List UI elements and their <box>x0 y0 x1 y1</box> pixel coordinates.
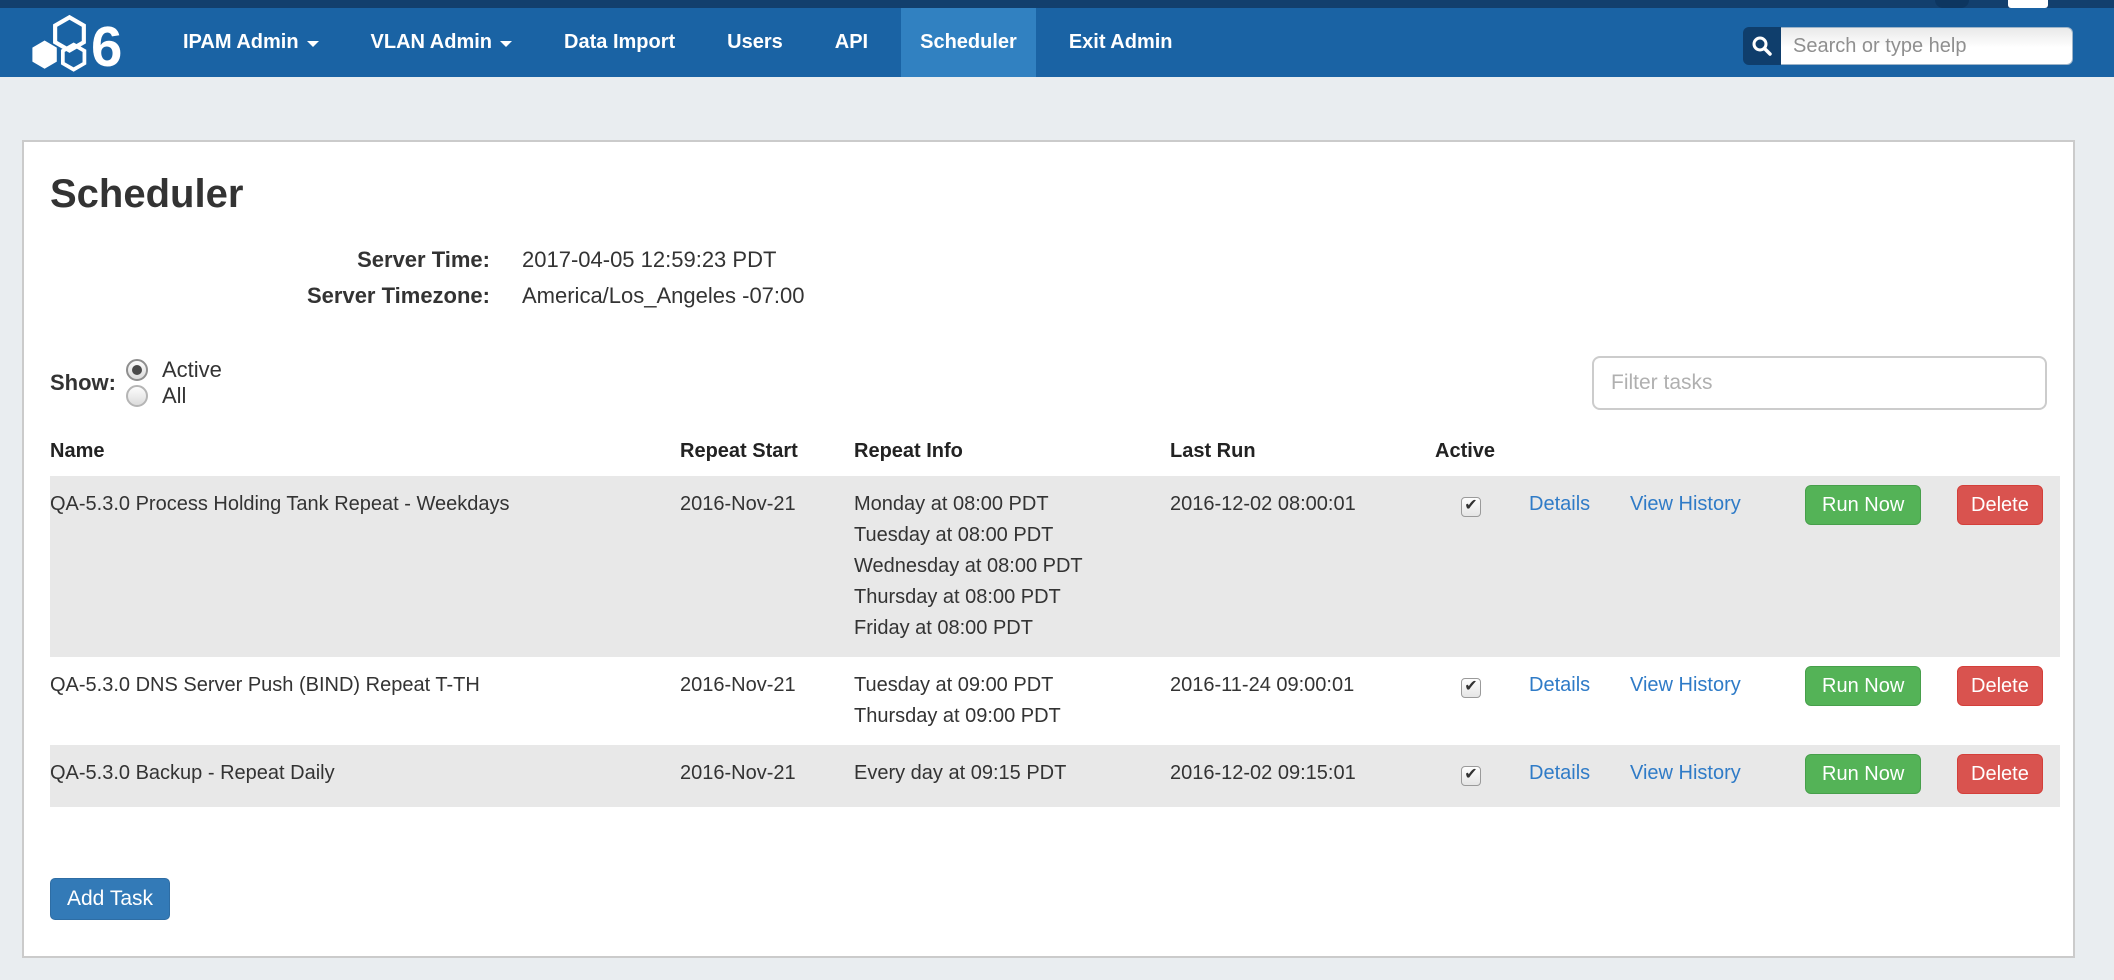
radio-label: Active <box>162 357 222 383</box>
server-timezone-label: Server Timezone: <box>50 279 490 312</box>
show-label: Show: <box>50 370 116 396</box>
repeat-info-line: Friday at 08:00 PDT <box>854 613 1170 644</box>
caret-down-icon <box>307 41 319 47</box>
nav-item-label: Users <box>727 8 783 77</box>
task-last-run: 2016-12-02 09:15:01 <box>1170 745 1435 807</box>
active-checkbox[interactable] <box>1461 766 1481 786</box>
repeat-info-line: Thursday at 09:00 PDT <box>854 701 1170 732</box>
task-repeat-start: 2016-Nov-21 <box>680 476 854 657</box>
task-last-run: 2016-12-02 08:00:01 <box>1170 476 1435 657</box>
radio-button[interactable] <box>126 385 148 407</box>
search-button[interactable] <box>1743 27 1781 65</box>
col-header-last-run: Last Run <box>1170 440 1435 476</box>
nav-item-label: Data Import <box>564 8 675 77</box>
task-name: QA-5.3.0 Backup - Repeat Daily <box>50 745 680 807</box>
repeat-info-line: Monday at 08:00 PDT <box>854 489 1170 520</box>
details-link[interactable]: Details <box>1529 674 1590 696</box>
server-time-label: Server Time: <box>50 243 490 276</box>
nav-item-ipam-admin[interactable]: IPAM Admin <box>164 8 338 77</box>
view-history-link[interactable]: View History <box>1630 493 1741 515</box>
window-artifact <box>2008 0 2048 8</box>
filter-tasks-input[interactable] <box>1592 356 2047 410</box>
show-options: Show: Active All <box>50 357 252 409</box>
run-now-button[interactable]: Run Now <box>1805 754 1921 794</box>
radio-button[interactable] <box>126 359 148 381</box>
repeat-info-line: Tuesday at 09:00 PDT <box>854 670 1170 701</box>
repeat-info-line: Tuesday at 08:00 PDT <box>854 520 1170 551</box>
nav-item-data-import[interactable]: Data Import <box>545 8 694 77</box>
nav-item-label: API <box>835 8 868 77</box>
brand-logo[interactable]: 6 <box>0 8 150 77</box>
delete-button[interactable]: Delete <box>1957 485 2043 525</box>
task-repeat-info: Monday at 08:00 PDTTuesday at 08:00 PDTW… <box>854 476 1170 657</box>
task-table: Name Repeat Start Repeat Info Last Run A… <box>50 440 2060 807</box>
active-checkbox[interactable] <box>1461 678 1481 698</box>
delete-button[interactable]: Delete <box>1957 666 2043 706</box>
col-header-active: Active <box>1435 440 1529 476</box>
nav-item-users[interactable]: Users <box>708 8 802 77</box>
search-input[interactable] <box>1781 27 2073 65</box>
table-header-row: Name Repeat Start Repeat Info Last Run A… <box>50 440 2060 476</box>
show-option-all[interactable]: All <box>126 383 222 409</box>
hexagon-6-logo: 6 <box>28 8 140 78</box>
task-last-run: 2016-11-24 09:00:01 <box>1170 657 1435 745</box>
col-header-repeat-start: Repeat Start <box>680 440 854 476</box>
active-checkbox[interactable] <box>1461 497 1481 517</box>
details-link[interactable]: Details <box>1529 762 1590 784</box>
server-time-value: 2017-04-05 12:59:23 PDT <box>522 243 2047 276</box>
task-table-wrap: Name Repeat Start Repeat Info Last Run A… <box>50 440 2047 807</box>
run-now-button[interactable]: Run Now <box>1805 485 1921 525</box>
col-header-name: Name <box>50 440 680 476</box>
nav-item-exit-admin[interactable]: Exit Admin <box>1050 8 1192 77</box>
col-header-repeat-info: Repeat Info <box>854 440 1170 476</box>
task-repeat-start: 2016-Nov-21 <box>680 657 854 745</box>
server-timezone-value: America/Los_Angeles -07:00 <box>522 279 2047 312</box>
task-name: QA-5.3.0 DNS Server Push (BIND) Repeat T… <box>50 657 680 745</box>
nav-item-vlan-admin[interactable]: VLAN Admin <box>352 8 531 77</box>
nav-item-label: Exit Admin <box>1069 8 1173 77</box>
browser-top-strip <box>0 0 2114 8</box>
table-row: QA-5.3.0 Process Holding Tank Repeat - W… <box>50 476 2060 657</box>
add-task-button[interactable]: Add Task <box>50 878 170 920</box>
table-row: QA-5.3.0 DNS Server Push (BIND) Repeat T… <box>50 657 2060 745</box>
show-option-active[interactable]: Active <box>126 357 222 383</box>
task-name: QA-5.3.0 Process Holding Tank Repeat - W… <box>50 476 680 657</box>
task-repeat-info: Tuesday at 09:00 PDTThursday at 09:00 PD… <box>854 657 1170 745</box>
svg-text:6: 6 <box>91 15 122 78</box>
view-history-link[interactable]: View History <box>1630 762 1741 784</box>
task-repeat-start: 2016-Nov-21 <box>680 745 854 807</box>
server-info: Server Time: 2017-04-05 12:59:23 PDT Ser… <box>50 243 2047 312</box>
table-row: QA-5.3.0 Backup - Repeat Daily 2016-Nov-… <box>50 745 2060 807</box>
nav-item-label: VLAN Admin <box>371 8 492 77</box>
filter-bar: Show: Active All <box>50 356 2047 410</box>
nav-menu: IPAM Admin VLAN Admin Data Import Users … <box>164 8 1192 77</box>
nav-item-label: Scheduler <box>920 8 1017 77</box>
page-title: Scheduler <box>50 172 2047 217</box>
repeat-info-line: Thursday at 08:00 PDT <box>854 582 1170 613</box>
repeat-info-line: Every day at 09:15 PDT <box>854 758 1170 789</box>
help-search <box>1743 27 2073 65</box>
task-repeat-info: Every day at 09:15 PDT <box>854 745 1170 807</box>
caret-down-icon <box>500 41 512 47</box>
window-artifact <box>1935 0 1969 8</box>
delete-button[interactable]: Delete <box>1957 754 2043 794</box>
repeat-info-line: Wednesday at 08:00 PDT <box>854 551 1170 582</box>
nav-item-scheduler[interactable]: Scheduler <box>901 8 1036 77</box>
nav-item-label: IPAM Admin <box>183 8 299 77</box>
run-now-button[interactable]: Run Now <box>1805 666 1921 706</box>
radio-label: All <box>162 383 186 409</box>
scheduler-panel: Scheduler Server Time: 2017-04-05 12:59:… <box>22 140 2075 958</box>
search-icon <box>1751 35 1773 57</box>
view-history-link[interactable]: View History <box>1630 674 1741 696</box>
top-navbar: 6 IPAM Admin VLAN Admin Data Import User… <box>0 8 2114 77</box>
details-link[interactable]: Details <box>1529 493 1590 515</box>
nav-item-api[interactable]: API <box>816 8 887 77</box>
